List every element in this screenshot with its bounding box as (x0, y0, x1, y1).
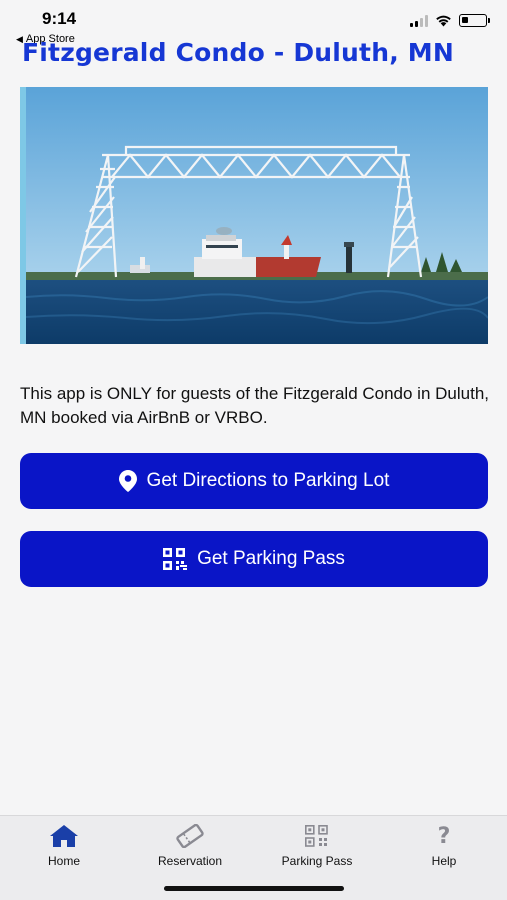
tab-reservation[interactable]: Reservation (135, 824, 245, 868)
page-title: Fitzgerald Condo - Duluth, MN (22, 38, 455, 67)
tab-help-label: Help (431, 854, 457, 868)
qr-code-icon (163, 548, 188, 570)
get-directions-button[interactable]: Get Directions to Parking Lot (20, 453, 488, 509)
get-parking-pass-button[interactable]: Get Parking Pass (20, 531, 488, 587)
qr-code-icon (262, 824, 372, 848)
get-directions-label: Get Directions to Parking Lot (146, 470, 390, 491)
tab-home[interactable]: Home (9, 824, 119, 868)
tab-home-label: Home (47, 854, 80, 868)
battery-icon (459, 14, 490, 27)
status-icons (410, 14, 490, 27)
intro-text: This app is ONLY for guests of the Fitzg… (20, 384, 490, 427)
app-screen: 9:14 ◀ App Store Fitzgerald Condo - Dulu… (0, 0, 507, 900)
home-icon (9, 824, 119, 848)
wifi-icon (436, 15, 451, 27)
map-pin-icon (118, 470, 137, 492)
get-parking-pass-label: Get Parking Pass (197, 548, 345, 569)
tab-reservation-label: Reservation (157, 854, 223, 868)
cellular-signal-icon (410, 14, 428, 27)
ticket-icon (135, 824, 245, 848)
tab-help[interactable]: ? Help (389, 823, 499, 869)
tab-parking-pass-label: Parking Pass (281, 854, 353, 868)
tab-parking-pass[interactable]: Parking Pass (262, 824, 372, 868)
status-time: 9:14 (42, 9, 77, 28)
home-indicator[interactable] (164, 886, 344, 891)
hero-image (20, 87, 488, 344)
question-icon: ? (437, 823, 451, 849)
